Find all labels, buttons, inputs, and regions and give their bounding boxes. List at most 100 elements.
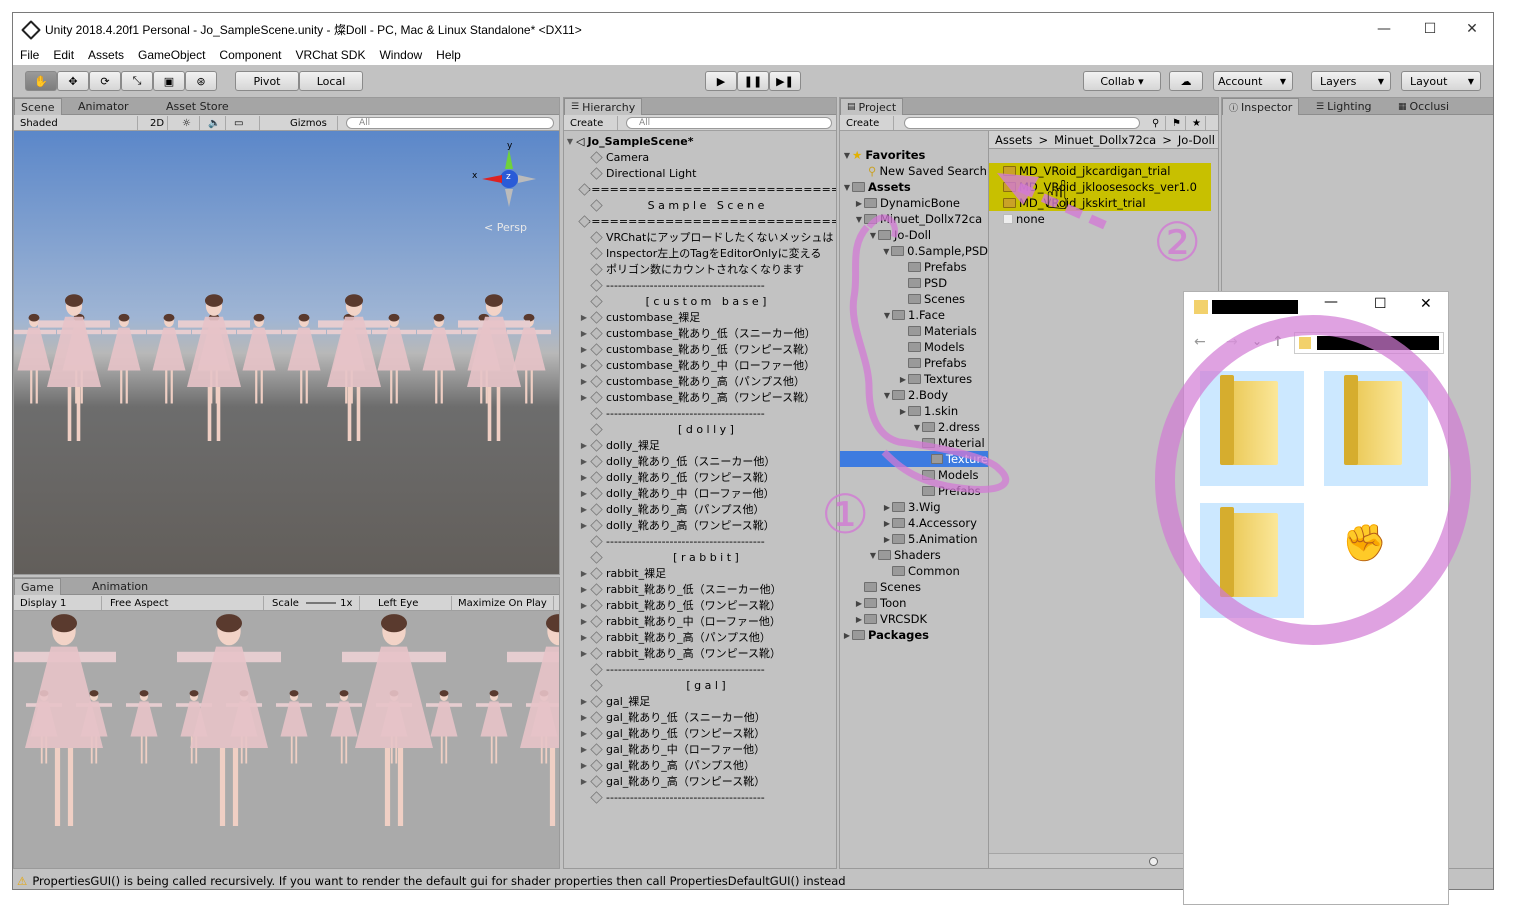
- close-button[interactable]: ✕: [1449, 13, 1493, 45]
- layers-dropdown[interactable]: Layers ▼: [1311, 71, 1391, 91]
- hierarchy-item[interactable]: [ d o l l y ]: [564, 421, 836, 437]
- scene-search-input[interactable]: All: [346, 117, 554, 129]
- hierarchy-item[interactable]: VRChatにアップロードしたくないメッシュは: [564, 229, 836, 245]
- hierarchy-item[interactable]: ▶ gal_靴あり_高（ワンピース靴）: [564, 773, 836, 789]
- hierarchy-item[interactable]: ▶ gal_靴あり_低（ワンピース靴）: [564, 725, 836, 741]
- project-tree-item[interactable]: ▶ Packages: [840, 627, 988, 643]
- game-viewport[interactable]: [14, 611, 559, 868]
- audio-icon[interactable]: 🔈: [204, 116, 226, 130]
- hierarchy-item[interactable]: ▶ gal_靴あり_中（ローファー他）: [564, 741, 836, 757]
- hierarchy-item[interactable]: ================================: [564, 181, 836, 197]
- scene-root[interactable]: ▼ ◁ Jo_SampleScene*: [564, 133, 836, 149]
- tab-animation[interactable]: Animation: [86, 578, 154, 595]
- menu-assets[interactable]: Assets: [81, 48, 131, 62]
- hierarchy-item[interactable]: Inspector左上のTagをEditorOnlyに変える: [564, 245, 836, 261]
- mode-2d-toggle[interactable]: 2D: [146, 116, 168, 130]
- zoom-slider-handle[interactable]: [1149, 857, 1158, 866]
- hierarchy-item[interactable]: [ c u s t o m b a s e ]: [564, 293, 836, 309]
- menu-gameobject[interactable]: GameObject: [131, 48, 212, 62]
- expand-arrow-icon[interactable]: ▶: [578, 585, 590, 594]
- scene-viewport[interactable]: y x z < Persp: [14, 131, 559, 574]
- maximize-on-play-toggle[interactable]: Maximize On Play: [454, 596, 554, 610]
- hierarchy-item[interactable]: ▶ dolly_靴あり_中（ローファー他）: [564, 485, 836, 501]
- hierarchy-item[interactable]: ----------------------------------------: [564, 661, 836, 677]
- expand-arrow-icon[interactable]: ▶: [578, 713, 590, 722]
- shading-dropdown[interactable]: Shaded: [16, 116, 138, 130]
- expand-arrow-icon[interactable]: ▶: [578, 601, 590, 610]
- hierarchy-item[interactable]: ▶ gal_靴あり_高（パンプス他）: [564, 757, 836, 773]
- account-dropdown[interactable]: Account ▼: [1213, 71, 1293, 91]
- minimize-button[interactable]: —: [1361, 13, 1407, 45]
- hierarchy-item[interactable]: ----------------------------------------: [564, 277, 836, 293]
- hand-tool-icon[interactable]: ✋: [25, 71, 57, 91]
- hierarchy-item[interactable]: ▶ custombase_靴あり_中（ローファー他）: [564, 357, 836, 373]
- move-tool-icon[interactable]: ✥: [57, 71, 89, 91]
- eye-dropdown[interactable]: Left Eye: [374, 596, 452, 610]
- project-tree-item[interactable]: ▶ Toon: [840, 595, 988, 611]
- maximize-button[interactable]: ☐: [1407, 13, 1453, 45]
- hierarchy-item[interactable]: ▶ custombase_靴あり_低（ワンピース靴）: [564, 341, 836, 357]
- expand-arrow-icon[interactable]: ▶: [578, 521, 590, 530]
- hierarchy-item[interactable]: ▶ rabbit_靴あり_低（ワンピース靴）: [564, 597, 836, 613]
- tab-asset-store[interactable]: Asset Store: [160, 98, 235, 115]
- expand-arrow-icon[interactable]: ▶: [854, 599, 864, 608]
- step-button[interactable]: ▶❚: [769, 71, 801, 91]
- hierarchy-item[interactable]: ▶ gal_靴あり_低（スニーカー他）: [564, 709, 836, 725]
- hierarchy-item[interactable]: ▶ rabbit_靴あり_中（ローファー他）: [564, 613, 836, 629]
- project-tree-item[interactable]: ▶ VRCSDK: [840, 611, 988, 627]
- hierarchy-item[interactable]: ▶ dolly_靴あり_低（スニーカー他）: [564, 453, 836, 469]
- hierarchy-item[interactable]: ▶ rabbit_裸足: [564, 565, 836, 581]
- hierarchy-item[interactable]: ▶ dolly_靴あり_高（ワンピース靴）: [564, 517, 836, 533]
- persp-label[interactable]: < Persp: [484, 221, 527, 234]
- menu-help[interactable]: Help: [429, 48, 468, 62]
- aspect-dropdown[interactable]: Free Aspect: [106, 596, 264, 610]
- tab-hierarchy[interactable]: ☰ Hierarchy: [564, 98, 643, 115]
- expand-arrow-icon[interactable]: ▶: [578, 633, 590, 642]
- expand-arrow-icon[interactable]: ▶: [578, 649, 590, 658]
- tab-scene[interactable]: Scene: [14, 98, 62, 115]
- expand-arrow-icon[interactable]: ▶: [578, 457, 590, 466]
- transform-tool-icon[interactable]: ⊛: [185, 71, 217, 91]
- hierarchy-item[interactable]: ----------------------------------------: [564, 789, 836, 805]
- hierarchy-item[interactable]: [ g a l ]: [564, 677, 836, 693]
- hierarchy-item[interactable]: ▶ rabbit_靴あり_低（スニーカー他）: [564, 581, 836, 597]
- hierarchy-item[interactable]: ▶ custombase_裸足: [564, 309, 836, 325]
- menu-window[interactable]: Window: [372, 48, 429, 62]
- menu-vrchat-sdk[interactable]: VRChat SDK: [288, 48, 372, 62]
- tab-inspector[interactable]: ⓘ Inspector: [1222, 98, 1300, 115]
- expand-arrow-icon[interactable]: ▶: [578, 393, 590, 402]
- hierarchy-create-button[interactable]: Create: [566, 116, 618, 130]
- hierarchy-item[interactable]: ================================: [564, 213, 836, 229]
- cloud-icon[interactable]: ☁: [1169, 71, 1203, 91]
- expand-arrow-icon[interactable]: ▶: [842, 631, 852, 640]
- hierarchy-search-input[interactable]: All: [626, 117, 832, 129]
- expand-arrow-icon[interactable]: ▶: [578, 569, 590, 578]
- expand-arrow-icon[interactable]: ▶: [854, 615, 864, 624]
- rotate-tool-icon[interactable]: ⟳: [89, 71, 121, 91]
- hierarchy-item[interactable]: Camera: [564, 149, 836, 165]
- tab-game[interactable]: Game: [14, 578, 61, 595]
- lighting-icon[interactable]: ☼: [178, 116, 200, 130]
- gizmos-dropdown[interactable]: Gizmos: [286, 116, 338, 130]
- menu-file[interactable]: File: [13, 48, 46, 62]
- hierarchy-item[interactable]: ポリゴン数にカウントされなくなります: [564, 261, 836, 277]
- hierarchy-item[interactable]: [ r a b b i t ]: [564, 549, 836, 565]
- expand-arrow-icon[interactable]: ▶: [578, 377, 590, 386]
- expand-arrow-icon[interactable]: ▼: [564, 137, 576, 146]
- expand-arrow-icon[interactable]: ▶: [578, 617, 590, 626]
- rect-tool-icon[interactable]: ▣: [153, 71, 185, 91]
- hierarchy-item[interactable]: ▶ custombase_靴あり_高（ワンピース靴）: [564, 389, 836, 405]
- menu-component[interactable]: Component: [212, 48, 288, 62]
- expand-arrow-icon[interactable]: ▶: [578, 313, 590, 322]
- project-tree-item[interactable]: Scenes: [840, 579, 988, 595]
- expand-arrow-icon[interactable]: ▶: [578, 489, 590, 498]
- expand-arrow-icon[interactable]: ▶: [578, 345, 590, 354]
- hierarchy-item[interactable]: ▶ rabbit_靴あり_高（ワンピース靴）: [564, 645, 836, 661]
- expand-arrow-icon[interactable]: ▶: [578, 441, 590, 450]
- hierarchy-item[interactable]: ----------------------------------------: [564, 533, 836, 549]
- collab-button[interactable]: Collab ▾: [1083, 71, 1161, 91]
- expand-arrow-icon[interactable]: ▶: [578, 505, 590, 514]
- hierarchy-item[interactable]: ▶ dolly_靴あり_低（ワンピース靴）: [564, 469, 836, 485]
- local-button[interactable]: Local: [299, 71, 363, 91]
- hierarchy-item[interactable]: ▶ gal_裸足: [564, 693, 836, 709]
